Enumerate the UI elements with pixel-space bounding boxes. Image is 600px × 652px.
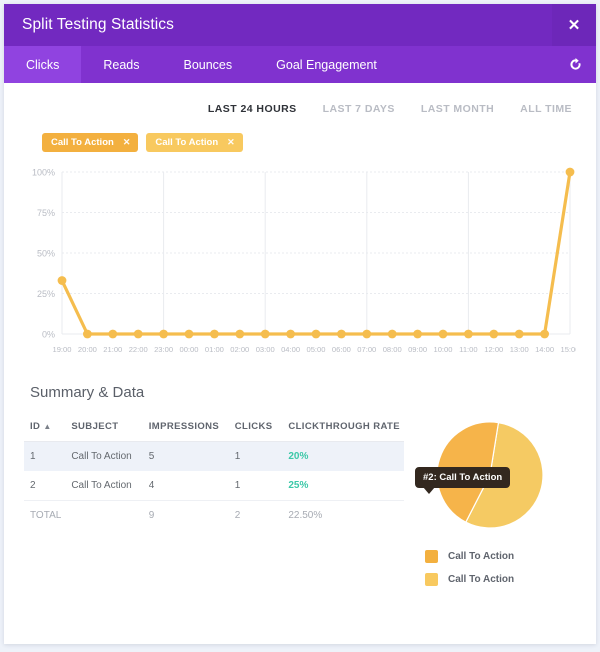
svg-text:19:00: 19:00 (52, 345, 71, 354)
tab-reads[interactable]: Reads (81, 46, 161, 83)
cell-total-clicks: 2 (229, 501, 283, 531)
close-icon[interactable]: ✕ (227, 137, 235, 148)
svg-text:75%: 75% (37, 208, 55, 218)
table-header-row: ID ▲ SUBJECT IMPRESSIONS CLICKS CLICKTHR… (24, 415, 404, 442)
svg-text:08:00: 08:00 (383, 345, 402, 354)
summary-section: ID ▲ SUBJECT IMPRESSIONS CLICKS CLICKTHR… (24, 401, 576, 591)
svg-text:03:00: 03:00 (256, 345, 275, 354)
svg-text:04:00: 04:00 (281, 345, 300, 354)
svg-text:05:00: 05:00 (306, 345, 325, 354)
series-tag[interactable]: Call To Action ✕ (146, 133, 242, 152)
summary-table: ID ▲ SUBJECT IMPRESSIONS CLICKS CLICKTHR… (24, 415, 404, 530)
cell-impressions: 4 (143, 471, 229, 501)
cell-subject: Call To Action (65, 442, 142, 472)
date-range-selector: LAST 24 HOURS LAST 7 DAYS LAST MONTH ALL… (24, 83, 576, 115)
tab-goal-engagement[interactable]: Goal Engagement (254, 46, 399, 83)
summary-heading: Summary & Data (24, 362, 576, 401)
series-tag-label: Call To Action (155, 137, 218, 148)
range-last-7-days[interactable]: LAST 7 DAYS (323, 103, 395, 115)
close-icon[interactable]: ✕ (123, 137, 131, 148)
svg-text:20:00: 20:00 (78, 345, 97, 354)
sort-ascending-icon: ▲ (43, 422, 51, 431)
cell-clicks: 1 (229, 442, 283, 472)
svg-text:00:00: 00:00 (179, 345, 198, 354)
svg-text:50%: 50% (37, 249, 55, 259)
column-label-id: ID (30, 421, 40, 432)
close-icon[interactable]: ✕ (552, 4, 596, 46)
svg-text:14:00: 14:00 (535, 345, 554, 354)
cell-impressions: 5 (143, 442, 229, 472)
series-tag-list: Call To Action ✕ Call To Action ✕ (24, 115, 576, 152)
legend-item[interactable]: Call To Action (425, 568, 555, 591)
svg-text:10:00: 10:00 (433, 345, 452, 354)
line-chart-svg: 0% 25% 50% 75% 100% 19:00 20:00 21:00 22:00 23:00… (24, 162, 576, 362)
clicks-line-chart: 0% 25% 50% 75% 100% 19:00 20:00 21:00 22:00 23:00… (24, 162, 568, 362)
cell-total-clickthrough-rate: 22.50% (282, 501, 404, 531)
cell-total-label: TOTAL (24, 501, 65, 531)
svg-text:07:00: 07:00 (357, 345, 376, 354)
table-head: ID ▲ SUBJECT IMPRESSIONS CLICKS CLICKTHR… (24, 415, 404, 442)
range-last-month[interactable]: LAST MONTH (421, 103, 494, 115)
pie-legend: Call To Action Call To Action (425, 545, 555, 591)
column-header-id[interactable]: ID ▲ (24, 415, 65, 442)
tab-bounces[interactable]: Bounces (161, 46, 254, 83)
page-title: Split Testing Statistics (4, 16, 174, 34)
cell-clicks: 1 (229, 471, 283, 501)
legend-label: Call To Action (448, 551, 514, 562)
legend-label: Call To Action (448, 574, 514, 585)
split-testing-window: Split Testing Statistics ✕ Clicks Reads … (4, 4, 596, 644)
svg-text:09:00: 09:00 (408, 345, 427, 354)
svg-text:02:00: 02:00 (230, 345, 249, 354)
legend-item[interactable]: Call To Action (425, 545, 555, 568)
table-row[interactable]: 1 Call To Action 5 1 20% (24, 442, 404, 472)
window-titlebar: Split Testing Statistics ✕ (4, 4, 596, 46)
svg-text:11:00: 11:00 (459, 345, 477, 354)
column-header-subject[interactable]: SUBJECT (65, 415, 142, 442)
series-tag-label: Call To Action (51, 137, 114, 148)
svg-text:21:00: 21:00 (103, 345, 122, 354)
panel-body: LAST 24 HOURS LAST 7 DAYS LAST MONTH ALL… (4, 83, 596, 591)
svg-text:0%: 0% (42, 330, 55, 340)
table-row[interactable]: 2 Call To Action 4 1 25% (24, 471, 404, 501)
cell-clickthrough-rate: 25% (282, 471, 404, 501)
cell-total-impressions: 9 (143, 501, 229, 531)
series-tag[interactable]: Call To Action ✕ (42, 133, 138, 152)
svg-text:12:00: 12:00 (484, 345, 503, 354)
cell-subject: Call To Action (65, 471, 142, 501)
column-header-clickthrough-rate[interactable]: CLICKTHROUGH RATE (282, 415, 404, 442)
pie-tooltip: #2: Call To Action (415, 467, 510, 488)
cell-id: 2 (24, 471, 65, 501)
summary-table-wrapper: ID ▲ SUBJECT IMPRESSIONS CLICKS CLICKTHR… (24, 415, 404, 591)
pie-chart-section: #2: Call To Action Call To Action Call T… (404, 415, 576, 591)
legend-swatch (425, 550, 438, 563)
tab-clicks[interactable]: Clicks (4, 46, 81, 83)
pie-chart: #2: Call To Action (410, 421, 570, 529)
cell-clickthrough-rate: 20% (282, 442, 404, 472)
range-all-time[interactable]: ALL TIME (520, 103, 572, 115)
cell-total-subject (65, 501, 142, 531)
svg-text:15:00: 15:00 (560, 345, 576, 354)
tab-bar: Clicks Reads Bounces Goal Engagement (4, 46, 596, 83)
svg-text:25%: 25% (37, 289, 55, 299)
svg-text:06:00: 06:00 (332, 345, 351, 354)
column-header-impressions[interactable]: IMPRESSIONS (143, 415, 229, 442)
svg-text:22:00: 22:00 (129, 345, 148, 354)
table-total-row: TOTAL 9 2 22.50% (24, 501, 404, 531)
table-body: 1 Call To Action 5 1 20% 2 Call To Actio… (24, 442, 404, 531)
refresh-icon[interactable] (554, 46, 596, 83)
legend-swatch (425, 573, 438, 586)
svg-text:23:00: 23:00 (154, 345, 173, 354)
range-last-24-hours[interactable]: LAST 24 HOURS (208, 103, 297, 115)
svg-text:100%: 100% (32, 168, 55, 178)
cell-id: 1 (24, 442, 65, 472)
column-header-clicks[interactable]: CLICKS (229, 415, 283, 442)
svg-text:01:00: 01:00 (205, 345, 224, 354)
svg-text:13:00: 13:00 (510, 345, 529, 354)
